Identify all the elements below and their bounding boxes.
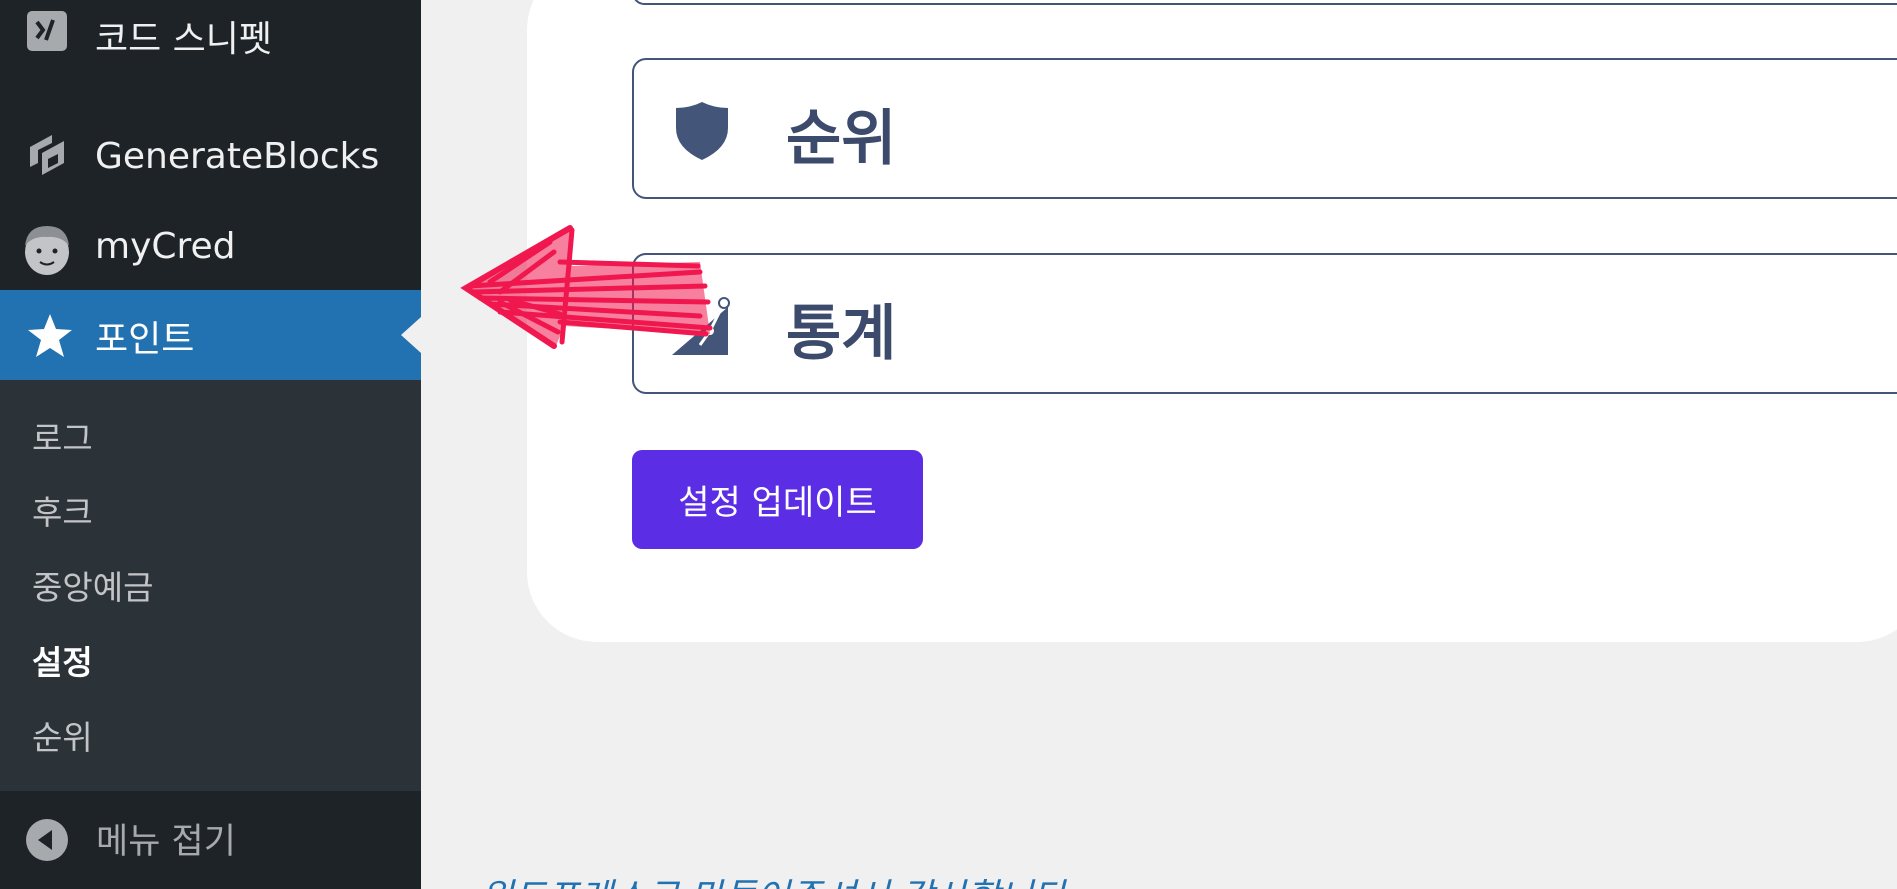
- footer-thanks-text: 워드프레스로 만들어주셔서 감사합니다.: [480, 868, 1077, 889]
- sidebar-item-label: myCred: [95, 226, 236, 267]
- collapsed-panel[interactable]: [632, 0, 1897, 5]
- panel-title: 순위: [786, 104, 897, 174]
- sidebar-item-mycred[interactable]: myCred: [0, 218, 421, 278]
- submenu-item-log[interactable]: 로그: [32, 412, 93, 460]
- sidebar-item-points[interactable]: 포인트: [0, 290, 421, 380]
- sidebar-item-label: 포인트: [95, 319, 195, 360]
- submenu-item-central-deposit[interactable]: 중앙예금: [32, 561, 153, 609]
- submenu-item-ranks[interactable]: 순위: [32, 711, 93, 759]
- panel-ranks[interactable]: 순위: [632, 58, 1897, 199]
- current-menu-pointer: [401, 317, 421, 353]
- chart-triangle-icon: [670, 293, 734, 357]
- generateblocks-icon: [26, 134, 68, 176]
- panel-statistics[interactable]: 통계: [632, 253, 1897, 394]
- submenu-item-settings[interactable]: 설정: [32, 636, 93, 684]
- collapse-menu-label: 메뉴 접기: [96, 822, 236, 862]
- submenu-item-hooks[interactable]: 후크: [32, 486, 93, 534]
- star-icon: [26, 312, 74, 360]
- sidebar-item-label: GenerateBlocks: [95, 136, 380, 177]
- sidebar-item-generateblocks[interactable]: GenerateBlocks: [0, 128, 421, 186]
- shield-icon: [670, 98, 734, 162]
- collapse-menu-button[interactable]: 메뉴 접기: [0, 791, 421, 889]
- sidebar-item-code-snippets[interactable]: 코드 스니펫: [0, 0, 421, 70]
- panel-title: 통계: [786, 299, 897, 369]
- mycred-face-icon: [22, 222, 72, 276]
- points-submenu: 로그 후크 중앙예금 설정 순위: [0, 380, 421, 791]
- admin-sidebar: 코드 스니펫 GenerateBlocks myCred 포인트 로그 후크 중…: [0, 0, 421, 889]
- sidebar-item-label: 코드 스니펫: [95, 19, 273, 60]
- update-settings-button[interactable]: 설정 업데이트: [632, 450, 923, 549]
- code-snippets-icon: [26, 10, 68, 52]
- collapse-arrow-icon: [26, 819, 68, 861]
